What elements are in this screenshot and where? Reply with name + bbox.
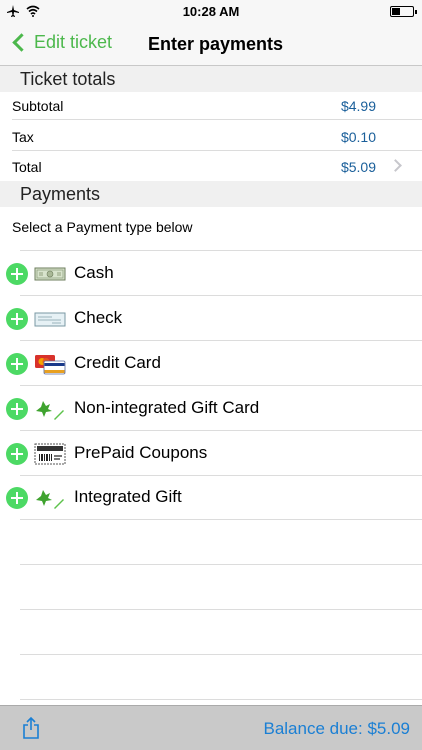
payment-instruction: Select a Payment type below [12,219,193,235]
divider [20,699,422,700]
total-value: $5.09 [340,159,376,175]
divider [20,519,422,520]
add-icon[interactable] [6,398,28,420]
subtotal-value: $4.99 [340,98,376,114]
status-time: 10:28 AM [182,4,240,19]
tax-row: Tax $0.10 [0,121,422,151]
payment-type-label: Integrated Gift [74,487,182,506]
divider [12,119,422,120]
divider [20,654,422,655]
section-header-ticket-totals: Ticket totals [0,66,422,92]
payment-type-check[interactable]: Check [0,296,422,341]
payment-type-integrated-gift[interactable]: Integrated Gift [0,475,422,520]
payment-type-label: Credit Card [74,353,161,372]
payment-type-label: Check [74,308,123,327]
cash-icon [34,267,66,281]
payment-type-non-integrated-gift-card[interactable]: Non-integrated Gift Card [0,386,422,431]
gift-card-icon [36,490,64,509]
total-label: Total [12,159,42,175]
section-header-label: Payments [20,184,101,204]
divider [20,564,422,565]
payment-type-label: PrePaid Coupons [74,443,208,462]
divider [20,609,422,610]
payment-type-prepaid-coupons[interactable]: PrePaid Coupons [0,431,422,476]
payment-type-label: Non-integrated Gift Card [74,398,260,417]
balance-due: Balance due: $5.09 [263,719,410,738]
section-header-label: Ticket totals [20,69,116,89]
chevron-left-icon [12,33,31,52]
add-icon[interactable] [6,487,28,509]
status-bar: 10:28 AM [0,0,422,22]
battery-icon [390,6,417,17]
add-icon[interactable] [6,353,28,375]
credit-card-icon [35,355,66,375]
subtotal-label: Subtotal [12,98,64,114]
bottom-toolbar: Balance due: $5.09 [0,705,422,750]
chevron-right-icon [389,159,402,172]
subtotal-row: Subtotal $4.99 [0,90,422,120]
nav-bar: Edit ticket Enter payments [0,22,422,66]
section-header-payments: Payments [0,181,422,207]
check-icon [34,312,66,327]
gift-card-icon [36,401,64,420]
payment-type-label: Cash [74,263,114,282]
share-icon[interactable] [22,716,40,740]
add-icon[interactable] [6,308,28,330]
page-title: Enter payments [148,34,284,54]
add-icon[interactable] [6,443,28,465]
tax-value: $0.10 [340,129,376,145]
coupon-icon [34,443,66,465]
tax-label: Tax [12,129,34,145]
add-icon[interactable] [6,263,28,285]
payment-type-cash[interactable]: Cash [0,251,422,296]
back-button[interactable]: Edit ticket [10,32,112,53]
payment-type-credit-card[interactable]: Credit Card [0,341,422,386]
back-button-label: Edit ticket [34,32,113,52]
total-row[interactable]: Total $5.09 [0,151,422,181]
